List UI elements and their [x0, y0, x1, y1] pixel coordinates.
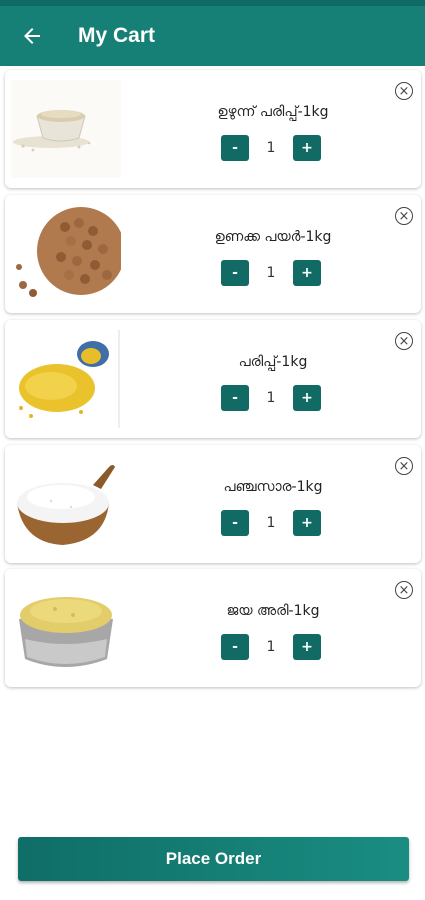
cart-item: × ഉഴുന്ന് പരിപ്പ്-1kg - 1 + — [5, 70, 421, 188]
quantity-value: 1 — [266, 639, 276, 655]
cart-item: × ഉണക്ക പയർ-1kg - 1 + — [5, 195, 421, 313]
decrease-quantity-button[interactable]: - — [221, 634, 249, 660]
cart-item: × പരിപ്പ്-1kg - 1 + — [5, 320, 421, 438]
remove-item-button[interactable]: × — [395, 332, 413, 350]
close-icon: × — [398, 458, 410, 474]
close-icon: × — [398, 208, 410, 224]
increase-quantity-button[interactable]: + — [293, 135, 321, 161]
quantity-value: 1 — [266, 140, 276, 156]
quantity-stepper: - 1 + — [221, 260, 321, 286]
quantity-stepper: - 1 + — [221, 634, 321, 660]
product-name: ജയ അരി-1kg — [226, 603, 320, 619]
place-order-button[interactable]: Place Order — [18, 837, 409, 881]
product-image — [11, 330, 121, 428]
cart-item: × പഞ്ചസാര-1kg - 1 + — [5, 445, 421, 563]
product-name: ഉഴുന്ന് പരിപ്പ്-1kg — [217, 104, 329, 120]
increase-quantity-button[interactable]: + — [293, 385, 321, 411]
remove-item-button[interactable]: × — [395, 207, 413, 225]
quantity-value: 1 — [266, 265, 276, 281]
remove-item-button[interactable]: × — [395, 82, 413, 100]
product-image — [11, 80, 121, 178]
product-image — [11, 579, 121, 677]
product-name: ഉണക്ക പയർ-1kg — [214, 229, 332, 245]
product-name: പരിപ്പ്-1kg — [238, 354, 308, 370]
product-image — [11, 205, 121, 303]
quantity-stepper: - 1 + — [221, 385, 321, 411]
remove-item-button[interactable]: × — [395, 457, 413, 475]
product-image — [11, 455, 121, 553]
decrease-quantity-button[interactable]: - — [221, 510, 249, 536]
increase-quantity-button[interactable]: + — [293, 510, 321, 536]
app-bar: My Cart — [0, 6, 425, 66]
increase-quantity-button[interactable]: + — [293, 634, 321, 660]
decrease-quantity-button[interactable]: - — [221, 260, 249, 286]
remove-item-button[interactable]: × — [395, 581, 413, 599]
close-icon: × — [398, 83, 410, 99]
quantity-stepper: - 1 + — [221, 510, 321, 536]
quantity-stepper: - 1 + — [221, 135, 321, 161]
back-arrow-icon[interactable] — [20, 24, 44, 48]
increase-quantity-button[interactable]: + — [293, 260, 321, 286]
decrease-quantity-button[interactable]: - — [221, 385, 249, 411]
quantity-value: 1 — [266, 390, 276, 406]
product-name: പഞ്ചസാര-1kg — [223, 479, 323, 495]
close-icon: × — [398, 582, 410, 598]
decrease-quantity-button[interactable]: - — [221, 135, 249, 161]
page-title: My Cart — [78, 24, 156, 47]
cart-item: × ജയ അരി-1kg - 1 + — [5, 569, 421, 687]
close-icon: × — [398, 333, 410, 349]
quantity-value: 1 — [266, 515, 276, 531]
